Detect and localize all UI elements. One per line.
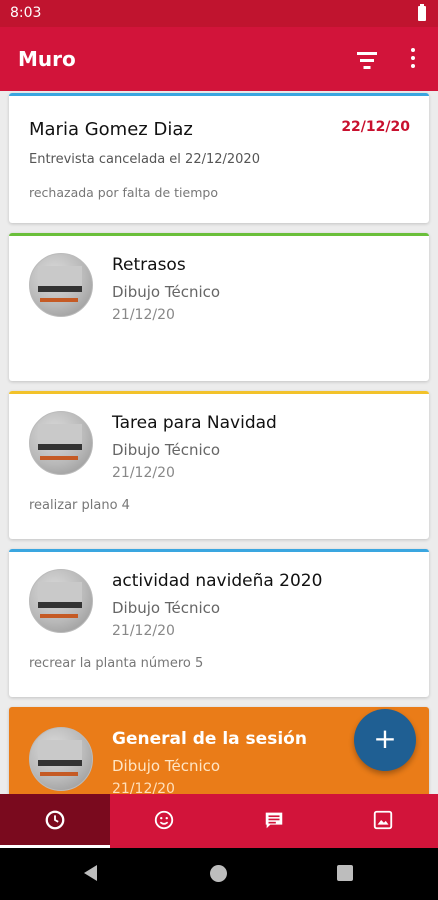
interview-card[interactable]: Maria Gomez Diaz 22/12/20 Entrevista can… bbox=[9, 93, 429, 223]
status-time: 8:03 bbox=[10, 5, 42, 21]
interview-date: 22/12/20 bbox=[341, 119, 410, 135]
post-card[interactable]: Tarea para Navidad Dibujo Técnico 21/12/… bbox=[9, 391, 429, 539]
card-accent-line bbox=[9, 233, 429, 236]
interview-name: Maria Gomez Diaz bbox=[29, 119, 193, 140]
status-bar: 8:03 bbox=[0, 0, 438, 27]
bottom-navigation bbox=[0, 794, 438, 848]
post-date: 21/12/20 bbox=[112, 465, 175, 481]
chat-icon bbox=[265, 812, 282, 829]
post-description: recrear la planta número 5 bbox=[29, 656, 204, 671]
interview-reason: rechazada por falta de tiempo bbox=[29, 185, 218, 200]
post-card[interactable]: actividad navideña 2020 Dibujo Técnico 2… bbox=[9, 549, 429, 697]
home-icon[interactable] bbox=[210, 865, 227, 882]
more-options-icon[interactable] bbox=[404, 47, 422, 71]
post-title: actividad navideña 2020 bbox=[112, 571, 323, 591]
page-title: Muro bbox=[18, 47, 76, 71]
post-title: Retrasos bbox=[112, 255, 186, 275]
post-subject: Dibujo Técnico bbox=[112, 757, 221, 775]
post-subject: Dibujo Técnico bbox=[112, 599, 221, 617]
post-title: General de la sesión bbox=[112, 729, 307, 749]
tab-gallery[interactable] bbox=[329, 794, 438, 848]
post-date: 21/12/20 bbox=[112, 781, 175, 794]
post-card[interactable]: Retrasos Dibujo Técnico 21/12/20 bbox=[9, 233, 429, 381]
recent-apps-icon[interactable] bbox=[337, 865, 353, 881]
tab-timeline[interactable] bbox=[0, 794, 110, 848]
interview-message: Entrevista cancelada el 22/12/2020 bbox=[29, 152, 260, 167]
clock-icon bbox=[45, 810, 65, 830]
card-accent-line bbox=[9, 549, 429, 552]
feed-list[interactable]: Maria Gomez Diaz 22/12/20 Entrevista can… bbox=[0, 91, 438, 794]
back-icon[interactable] bbox=[84, 865, 97, 881]
filter-icon[interactable] bbox=[355, 50, 379, 70]
avatar bbox=[29, 411, 93, 475]
avatar bbox=[29, 569, 93, 633]
card-accent-line bbox=[9, 93, 429, 96]
post-title: Tarea para Navidad bbox=[112, 413, 277, 433]
card-accent-line bbox=[9, 391, 429, 394]
tab-messages[interactable] bbox=[219, 794, 329, 848]
post-subject: Dibujo Técnico bbox=[112, 441, 221, 459]
app-bar: Muro bbox=[0, 27, 438, 91]
system-navigation-bar bbox=[0, 848, 438, 900]
image-icon bbox=[374, 810, 393, 830]
post-description: realizar plano 4 bbox=[29, 498, 130, 513]
avatar bbox=[29, 727, 93, 791]
avatar bbox=[29, 253, 93, 317]
tab-tutoring[interactable] bbox=[110, 794, 220, 848]
smiley-icon bbox=[155, 810, 174, 830]
post-date: 21/12/20 bbox=[112, 623, 175, 639]
add-post-button[interactable]: + bbox=[354, 709, 416, 771]
post-subject: Dibujo Técnico bbox=[112, 283, 221, 301]
post-date: 21/12/20 bbox=[112, 307, 175, 323]
battery-icon bbox=[418, 4, 426, 21]
